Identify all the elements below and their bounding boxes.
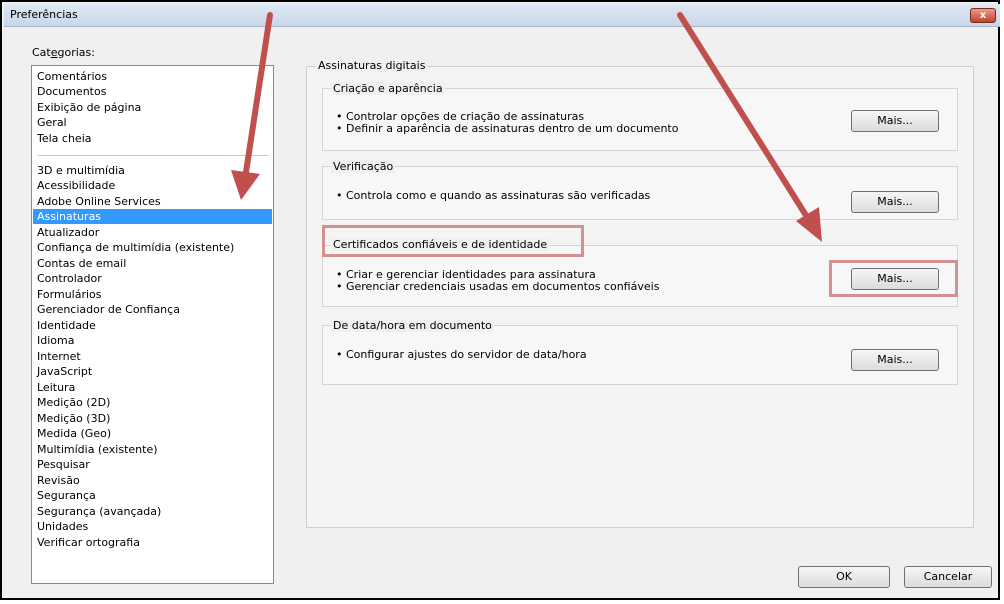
- annotation-arrow-left: [231, 12, 273, 200]
- annotation-arrow-right: [677, 12, 822, 242]
- annotation-arrows: [231, 12, 822, 242]
